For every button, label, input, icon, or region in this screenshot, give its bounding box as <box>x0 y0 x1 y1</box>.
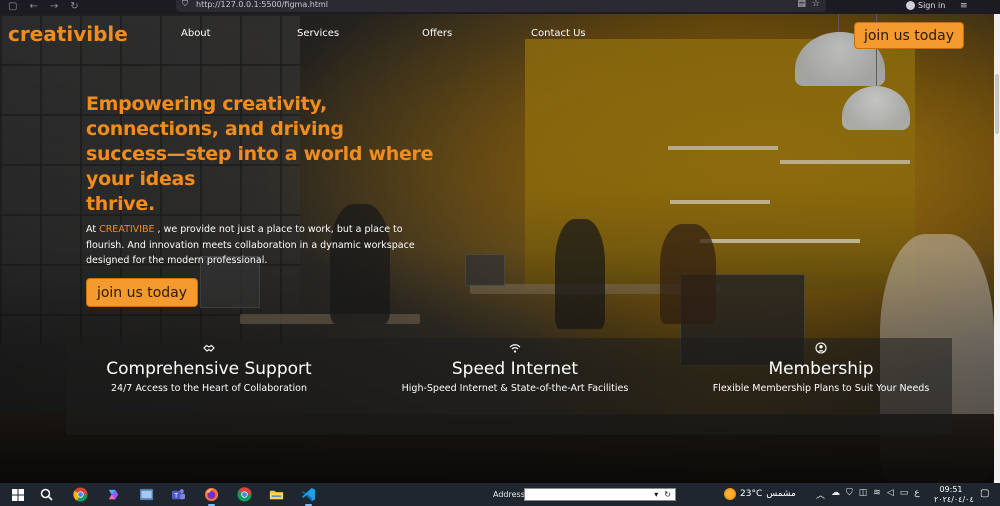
hero-desc-brand: CREATIVIBE <box>99 224 155 235</box>
hero-description: At CREATIVIBE , we provide not just a pl… <box>86 222 426 269</box>
feature-internet: Speed Internet High-Speed Internet & Sta… <box>365 338 665 394</box>
weather-text: مشمس <box>766 489 796 499</box>
address-toolbar-input[interactable]: ▾ ↻ <box>524 488 676 501</box>
chrome-icon[interactable] <box>72 486 89 503</box>
forward-icon[interactable]: → <box>50 2 58 12</box>
wifi-icon <box>509 344 521 353</box>
chevron-up-icon[interactable]: ︿ <box>816 488 825 501</box>
hamburger-menu-icon[interactable]: ≡ <box>960 1 968 11</box>
back-icon[interactable]: ← <box>29 2 37 12</box>
go-refresh-icon[interactable]: ↻ <box>664 490 671 499</box>
copilot-icon[interactable] <box>105 486 122 503</box>
feature-title: Speed Internet <box>451 359 579 379</box>
browser-nav: ▢ ← → ↻ <box>8 0 79 14</box>
browser-toolbar: ▢ ← → ↻ ⛉ http://127.0.0.1:5500/figma.ht… <box>0 0 1000 14</box>
feature-title: Comprehensive Support <box>106 359 312 379</box>
address-toolbar-label: Address <box>493 490 525 499</box>
shield-icon[interactable]: ⛉ <box>846 488 853 501</box>
clock-date: ٢٠٢٤/٠٤/٠٤ <box>934 495 974 504</box>
hero-heading-line: your ideas <box>86 168 196 190</box>
windows-taskbar: T Address ▾ ↻ 23°C مشمس ︿ ☁ ⛉ ◫ ≋ ◁ ▭ ع … <box>0 483 1000 506</box>
reload-icon[interactable]: ↻ <box>70 2 78 12</box>
feature-title: Membership <box>768 359 874 379</box>
network-icon[interactable]: ◫ <box>859 488 868 501</box>
url-actions: ▤ ☆ <box>797 0 826 9</box>
search-icon[interactable] <box>38 486 55 503</box>
hero-heading-line: thrive. <box>86 193 155 215</box>
signin-button[interactable]: Sign in <box>906 0 945 10</box>
user-circle-icon <box>815 342 827 354</box>
cloud-icon[interactable]: ☁ <box>831 488 840 501</box>
hero-desc-prefix: At <box>86 224 100 235</box>
language-indicator[interactable]: ع <box>914 488 919 501</box>
firefox-icon[interactable] <box>203 486 220 506</box>
teams-icon[interactable]: T <box>170 486 187 503</box>
join-us-hero-button[interactable]: join us today <box>86 278 198 307</box>
volume-icon[interactable]: ◁ <box>887 488 894 501</box>
notification-icon[interactable]: ▢ <box>980 488 989 499</box>
windows-start-icon[interactable] <box>9 486 26 503</box>
reader-view-icon[interactable]: ▤ <box>797 0 806 9</box>
url-text: http://127.0.0.1:5500/figma.html <box>196 0 329 9</box>
hero-heading-line: connections, and driving <box>86 118 344 140</box>
chrome-profile-icon[interactable] <box>236 486 253 503</box>
handshake-icon <box>203 344 215 352</box>
clock[interactable]: 09:51 ٢٠٢٤/٠٤/٠٤ <box>934 485 974 505</box>
nav-link-about[interactable]: About <box>181 28 211 39</box>
scrollbar-thumb[interactable] <box>995 74 999 134</box>
weather-widget[interactable]: 23°C مشمس <box>724 488 796 500</box>
clock-time: 09:51 <box>939 485 963 494</box>
vscode-icon[interactable] <box>300 486 317 506</box>
temperature: 23°C <box>740 489 763 499</box>
nav-link-offers[interactable]: Offers <box>422 28 452 39</box>
signin-label: Sign in <box>918 0 946 10</box>
app-window-icon[interactable] <box>138 486 155 503</box>
features-band: Comprehensive Support 24/7 Access to the… <box>66 338 952 435</box>
file-explorer-icon[interactable] <box>268 486 285 503</box>
hero-heading: Empowering creativity, connections, and … <box>86 92 506 217</box>
nav-link-services[interactable]: Services <box>297 28 339 39</box>
battery-icon[interactable]: ▭ <box>900 488 909 501</box>
site-info-icon[interactable]: ⛉ <box>182 0 188 9</box>
feature-membership: Membership Flexible Membership Plans to … <box>671 338 971 394</box>
sidebar-toggle-icon[interactable]: ▢ <box>8 2 17 12</box>
feature-support: Comprehensive Support 24/7 Access to the… <box>59 338 359 394</box>
address-bar[interactable]: ⛉ http://127.0.0.1:5500/figma.html ▤ ☆ <box>176 0 826 12</box>
hero-heading-line: success—step into a world where <box>86 143 434 165</box>
page-scrollbar[interactable] <box>994 14 1000 483</box>
join-us-header-button[interactable]: join us today <box>854 22 964 49</box>
sun-icon <box>724 488 736 500</box>
wifi-tray-icon[interactable]: ≋ <box>873 488 881 501</box>
bookmark-star-icon[interactable]: ☆ <box>812 0 820 9</box>
feature-subtitle: Flexible Membership Plans to Suit Your N… <box>712 383 930 394</box>
system-tray: ︿ ☁ ⛉ ◫ ≋ ◁ ▭ ع <box>816 488 920 501</box>
chevron-down-icon[interactable]: ▾ <box>654 490 658 499</box>
webpage: creativible About Services Offers Contac… <box>0 14 994 483</box>
feature-subtitle: High-Speed Internet & State-of-the-Art F… <box>401 383 629 394</box>
account-icon <box>906 0 915 10</box>
brand-logo[interactable]: creativible <box>8 22 128 46</box>
feature-subtitle: 24/7 Access to the Heart of Collaboratio… <box>110 383 307 394</box>
nav-link-contact[interactable]: Contact Us <box>531 28 586 39</box>
hero-heading-line: Empowering creativity, <box>86 93 327 115</box>
